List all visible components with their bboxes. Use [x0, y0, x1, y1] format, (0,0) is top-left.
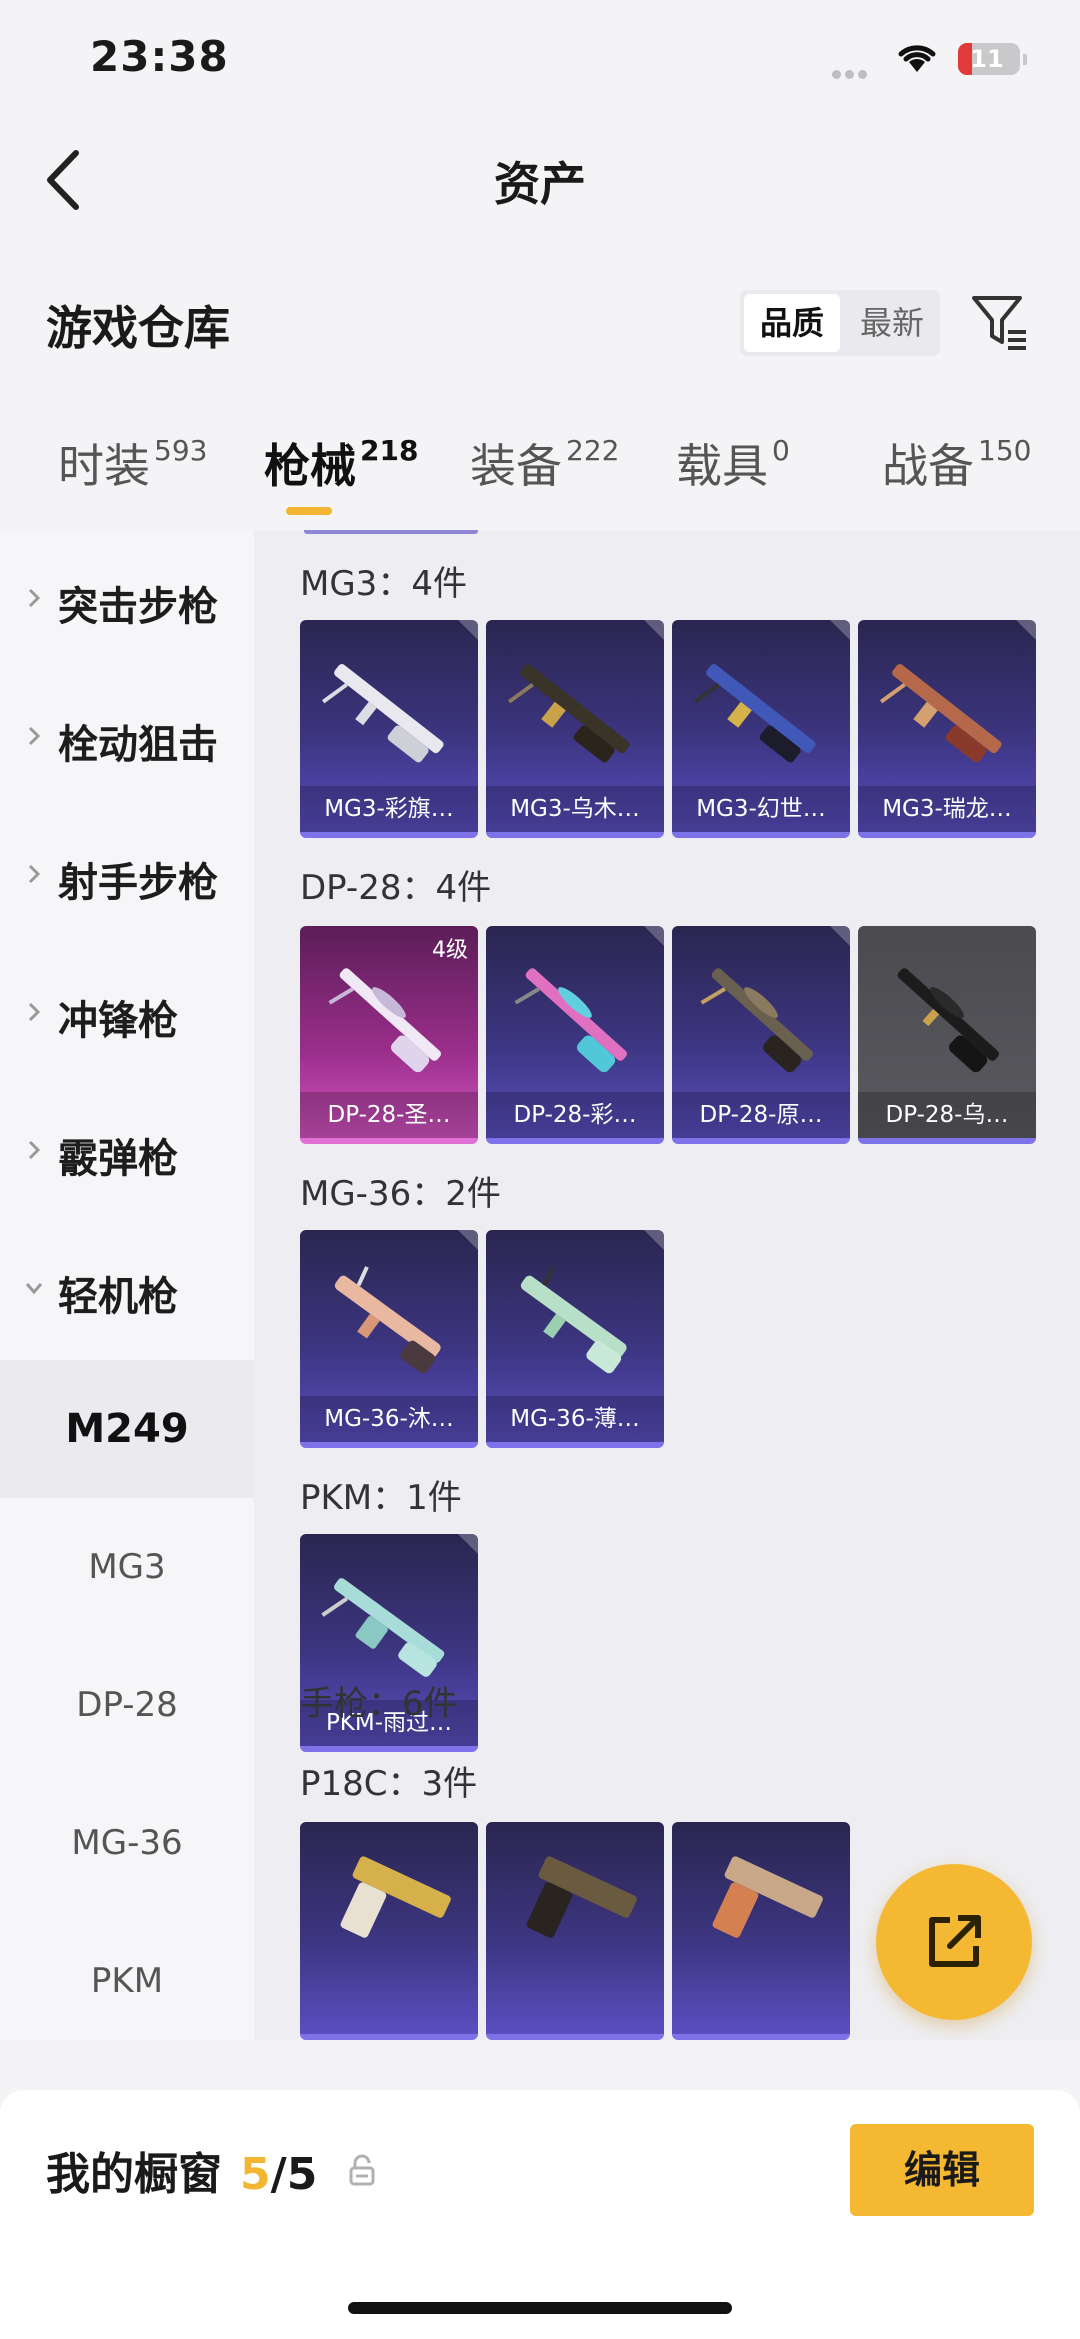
lmg-icon — [321, 1578, 445, 1677]
group-label-p18c: P18C：3件 — [300, 1764, 478, 1804]
sidebar-subitem-mg36[interactable]: MG-36 — [0, 1774, 254, 1912]
item-card[interactable]: MG3-瑞龙… — [858, 620, 1036, 838]
lmg-icon — [693, 664, 816, 763]
item-card[interactable]: MG3-彩旗… — [300, 620, 478, 838]
showcase-total: /5 — [270, 2149, 318, 2200]
home-indicator — [348, 2302, 732, 2314]
sort-option-quality[interactable]: 品质 — [744, 294, 840, 352]
chevron-right-icon — [28, 864, 41, 884]
item-card[interactable]: MG-36-沐… — [300, 1230, 478, 1448]
item-card[interactable] — [486, 1822, 664, 2040]
chevron-down-icon — [25, 1283, 43, 1295]
external-link-icon — [929, 1915, 981, 1967]
tab-fashion[interactable]: 时装 593 — [58, 430, 207, 496]
chevron-right-icon — [28, 726, 41, 746]
lmg-icon — [514, 968, 628, 1073]
sidebar-subitem-mg3[interactable]: MG3 — [0, 1498, 254, 1636]
item-list[interactable]: MG3：4件 MG3-彩旗… MG3-乌木… MG3-幻世… MG3-瑞龙… D… — [254, 530, 1080, 2040]
scroll-edge — [304, 530, 478, 534]
item-card[interactable] — [672, 1822, 850, 2040]
page-title: 资产 — [494, 157, 586, 211]
sidebar-category-assault-rifle[interactable]: 突击步枪 — [0, 530, 254, 668]
tab-supplies[interactable]: 战备 150 — [882, 430, 1031, 496]
group-label-mg3: MG3：4件 — [300, 564, 467, 604]
pistol-icon — [526, 1856, 637, 1938]
group-label-pistol: 手枪：6件 — [300, 1684, 458, 1724]
item-card[interactable]: MG3-乌木… — [486, 620, 664, 838]
lmg-icon — [897, 968, 1000, 1073]
chevron-right-icon — [28, 1002, 41, 1022]
item-card[interactable]: MG3-幻世… — [672, 620, 850, 838]
section-title: 游戏仓库 — [46, 301, 230, 355]
item-card[interactable]: DP-28-乌… — [858, 926, 1036, 1144]
item-card[interactable]: DP-28-原… — [672, 926, 850, 1144]
group-label-mg36: MG-36：2件 — [300, 1174, 501, 1214]
pistol-icon — [340, 1856, 451, 1938]
sidebar-category-bolt-sniper[interactable]: 栓动狙击 — [0, 668, 254, 806]
wifi-icon — [898, 45, 936, 72]
pistol-icon — [712, 1856, 823, 1938]
item-card[interactable]: 4级 DP-28-圣… — [300, 926, 478, 1144]
group-label-pkm: PKM：1件 — [300, 1478, 462, 1518]
status-bar: 23:38 11 — [0, 0, 1080, 120]
showcase-label: 我的橱窗 5/5 — [46, 2149, 318, 2200]
share-button[interactable] — [876, 1864, 1032, 2020]
item-card[interactable]: DP-28-彩… — [486, 926, 664, 1144]
signal-icon — [832, 64, 871, 83]
lmg-icon — [328, 968, 442, 1073]
showcase-current: 5 — [240, 2149, 271, 2200]
lmg-icon — [507, 664, 630, 763]
sidebar-category-lmg[interactable]: 轻机枪 — [0, 1220, 254, 1358]
battery-icon: 11 — [958, 43, 1027, 75]
lmg-icon — [321, 664, 444, 763]
filter-icon[interactable] — [968, 290, 1032, 354]
lock-icon[interactable] — [348, 2154, 376, 2186]
bottom-bar: 我的橱窗 5/5 编辑 — [0, 2090, 1080, 2339]
tab-indicator — [286, 507, 332, 515]
sidebar: 突击步枪 栓动狙击 射手步枪 冲锋枪 霰弹枪 轻机枪 M249 MG3 DP-2… — [0, 530, 254, 2040]
lmg-icon — [520, 1266, 627, 1374]
sidebar-category-smg[interactable]: 冲锋枪 — [0, 944, 254, 1082]
category-tabs: 时装 593 枪械 218 装备 222 载具 0 战备 150 — [0, 430, 1080, 530]
sidebar-subitem-pkm[interactable]: PKM — [0, 1912, 254, 2050]
tab-equipment[interactable]: 装备 222 — [470, 430, 619, 496]
tab-firearms[interactable]: 枪械 218 — [264, 430, 418, 496]
chevron-right-icon — [28, 588, 41, 608]
sidebar-subitem-m249[interactable]: M249 — [0, 1360, 254, 1498]
edit-button[interactable]: 编辑 — [850, 2124, 1034, 2216]
lmg-icon — [334, 1266, 441, 1374]
sort-toggle[interactable]: 品质 最新 — [740, 290, 940, 356]
sidebar-subitem-dp28[interactable]: DP-28 — [0, 1636, 254, 1774]
group-label-dp28: DP-28：4件 — [300, 868, 492, 908]
clock: 23:38 — [90, 32, 229, 81]
item-card[interactable]: MG-36-薄… — [486, 1230, 664, 1448]
sort-option-newest[interactable]: 最新 — [844, 290, 940, 356]
lmg-icon — [700, 968, 814, 1073]
chevron-right-icon — [28, 1140, 41, 1160]
sidebar-category-marksman-rifle[interactable]: 射手步枪 — [0, 806, 254, 944]
sidebar-category-shotgun[interactable]: 霰弹枪 — [0, 1082, 254, 1220]
lmg-icon — [879, 664, 1002, 763]
tab-vehicles[interactable]: 载具 0 — [676, 430, 790, 496]
battery-level: 11 — [970, 45, 1004, 73]
item-card[interactable] — [300, 1822, 478, 2040]
